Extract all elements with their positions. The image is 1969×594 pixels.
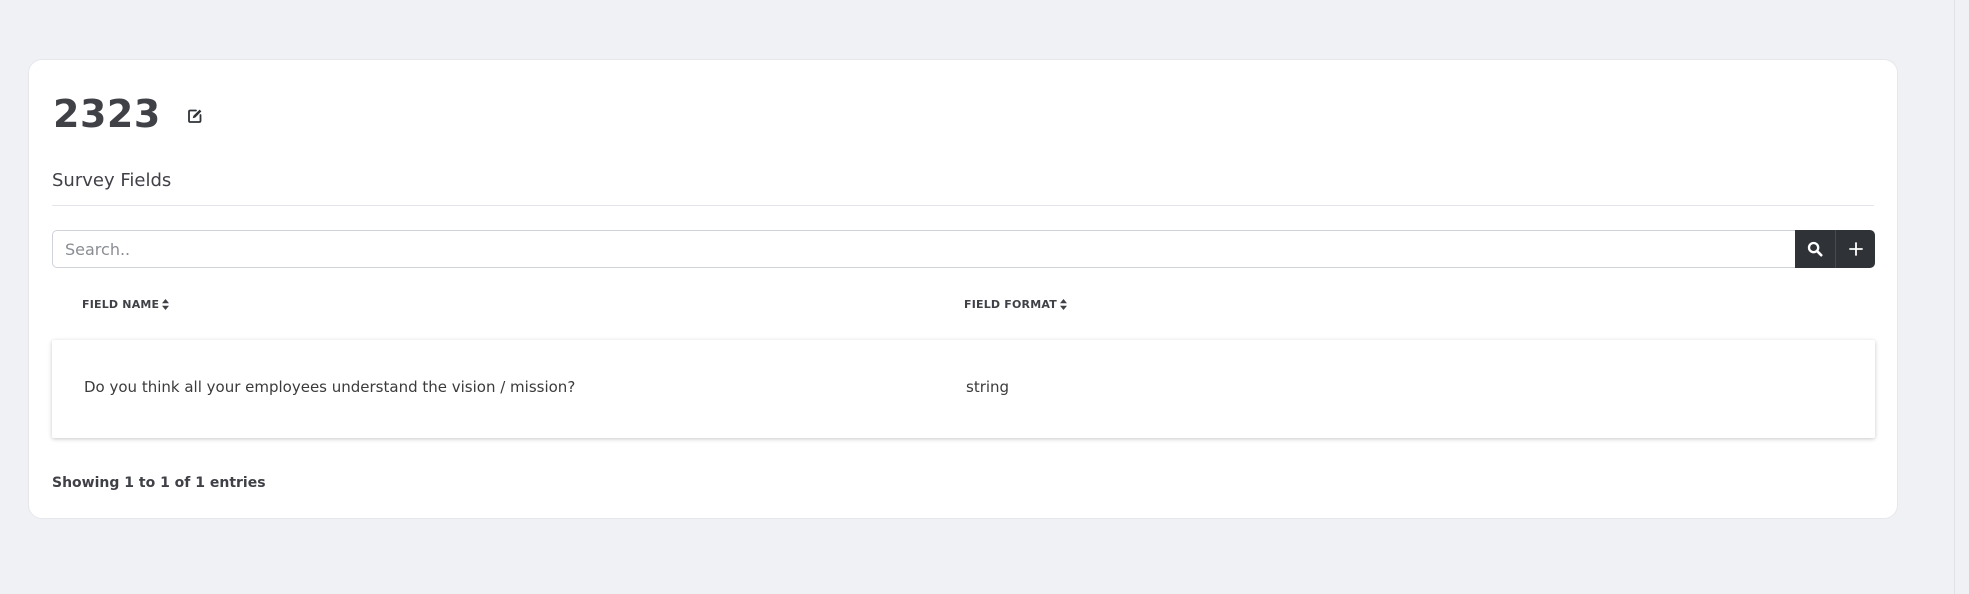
table-row[interactable]: Do you think all your employees understa…: [52, 340, 1875, 438]
field-format-cell: string: [966, 378, 1010, 396]
table-info: Showing 1 to 1 of 1 entries: [52, 475, 266, 491]
sort-icon: [1059, 299, 1067, 310]
page-scrollbar[interactable]: [1954, 0, 1969, 594]
search-button[interactable]: [1795, 230, 1835, 268]
column-header-field-name[interactable]: FIELD NAME: [82, 298, 170, 311]
title-row: 2323: [53, 90, 207, 138]
search-icon: [1807, 241, 1823, 257]
column-header-label: FIELD NAME: [82, 298, 160, 311]
plus-icon: [1848, 242, 1863, 256]
section-title: Survey Fields: [52, 170, 172, 191]
column-header-field-format[interactable]: FIELD FORMAT: [964, 298, 1067, 311]
edit-icon[interactable]: [183, 104, 207, 128]
column-header-label: FIELD FORMAT: [964, 298, 1057, 311]
search-input[interactable]: [52, 230, 1795, 268]
search-group: [52, 230, 1875, 268]
survey-card: 2323 Survey Fields Search.. FIELD NAME F…: [28, 59, 1898, 519]
add-button[interactable]: [1835, 230, 1875, 268]
page-title: 2323: [53, 92, 161, 136]
field-name-cell: Do you think all your employees understa…: [84, 378, 576, 396]
divider: [52, 205, 1874, 206]
sort-icon: [162, 299, 170, 310]
